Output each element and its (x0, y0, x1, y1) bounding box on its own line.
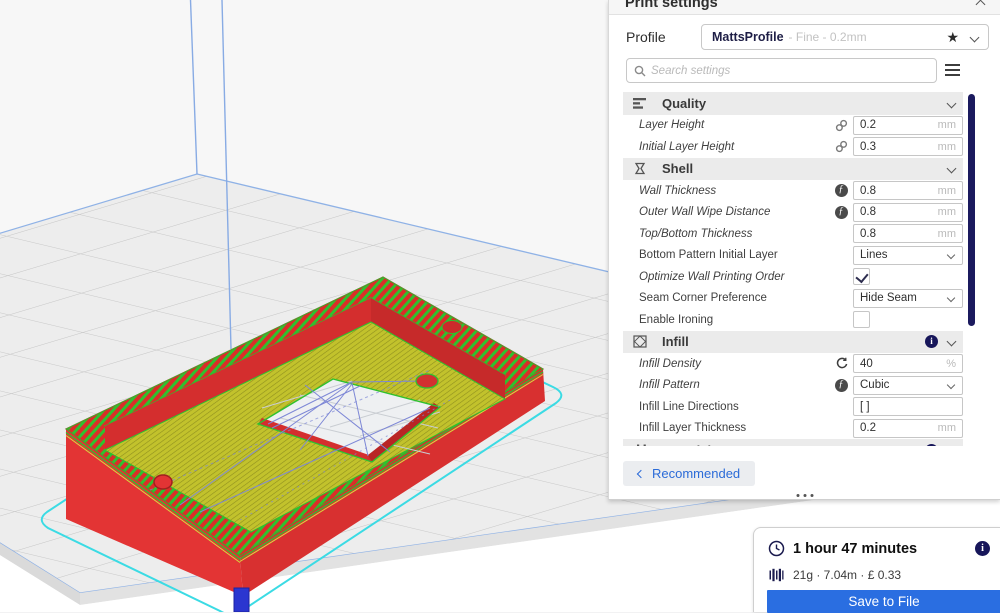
chevron-down-icon (947, 164, 957, 174)
setting-row[interactable]: Outer Wall Wipe Distance ƒ 0.8 mm (623, 202, 963, 224)
search-input[interactable] (651, 65, 929, 77)
rim-hole (442, 321, 462, 334)
setting-row[interactable]: Infill Line Directions [ ] (623, 396, 963, 418)
seam-corner-preference-select[interactable]: Hide Seam (853, 289, 963, 308)
top-bottom-thickness-input[interactable]: 0.8 mm (853, 224, 963, 243)
section-header-infill[interactable]: Infill i (623, 331, 963, 354)
chevron-down-icon (947, 98, 957, 108)
chevron-down-icon (947, 381, 955, 389)
save-to-file-button[interactable]: Save to File (767, 590, 1000, 613)
panel-title: Print settings (625, 0, 1000, 11)
link-icon (833, 140, 849, 154)
profile-label: Profile (626, 29, 666, 45)
info-icon[interactable]: i (925, 335, 938, 348)
optimize-wall-printing-order-checkbox[interactable] (853, 268, 870, 285)
profile-dropdown[interactable]: MattsProfile - Fine - 0.2mm ★ (701, 24, 989, 50)
info-icon[interactable]: i (925, 444, 938, 446)
section-header-quality[interactable]: Quality (623, 92, 963, 115)
chevron-down-icon (947, 337, 957, 347)
profile-suffix: - Fine - 0.2mm (789, 30, 947, 44)
bottom-pattern-initial-layer-select[interactable]: Lines (853, 246, 963, 265)
chevron-down-icon (947, 251, 955, 259)
setting-row[interactable]: Seam Corner Preference Hide Seam (623, 288, 963, 310)
outer-wall-wipe-distance-input[interactable]: 0.8 mm (853, 203, 963, 222)
infill-density-input[interactable]: 40 % (853, 354, 963, 373)
chevron-down-icon (970, 32, 980, 42)
quality-icon (633, 97, 648, 110)
spool-icon (769, 568, 784, 582)
section-header-material[interactable]: Material i (623, 439, 963, 446)
setting-row[interactable]: Infill Pattern ƒ Cubic (623, 375, 963, 397)
print-time-row: 1 hour 47 minutes (768, 540, 917, 557)
initial-layer-height-input[interactable]: 0.3 mm (853, 137, 963, 156)
info-icon[interactable]: i (975, 541, 990, 556)
print-time: 1 hour 47 minutes (793, 541, 917, 557)
settings-menu-icon[interactable] (945, 64, 960, 79)
recommended-mode-button[interactable]: Recommended (623, 461, 755, 486)
layer-height-input[interactable]: 0.2 mm (853, 116, 963, 135)
setting-row[interactable]: Initial Layer Height 0.3 mm (623, 136, 963, 158)
clock-icon (768, 540, 785, 557)
cura-window: Print settings Profile MattsProfile - Fi… (0, 0, 1000, 612)
settings-scrollbar[interactable] (968, 94, 975, 326)
function-icon: ƒ (833, 205, 849, 219)
panel-drag-handle[interactable] (794, 494, 815, 497)
reset-icon[interactable] (833, 357, 849, 371)
wall-thickness-input[interactable]: 0.8 mm (853, 181, 963, 200)
setting-row[interactable]: Wall Thickness ƒ 0.8 mm (623, 180, 963, 202)
setting-row[interactable]: Bottom Pattern Initial Layer Lines (623, 245, 963, 267)
shell-icon (633, 162, 648, 175)
material-usage-row: 21g · 7.04m · £ 0.33 (769, 568, 901, 582)
setting-row[interactable]: Infill Density 40 % (623, 353, 963, 375)
chevron-down-icon (947, 294, 955, 302)
chevron-down-icon (947, 445, 957, 446)
setting-row[interactable]: Layer Height 0.2 mm (623, 115, 963, 137)
function-icon: ƒ (833, 184, 849, 198)
search-icon (634, 65, 646, 77)
material-usage: 21g · 7.04m · £ 0.33 (793, 568, 901, 582)
material-icon (633, 444, 648, 446)
profile-name: MattsProfile (712, 30, 784, 44)
setting-row[interactable]: Infill Layer Thickness 0.2 mm (623, 418, 963, 440)
floor-hole (416, 374, 438, 388)
settings-list: Quality Layer Height 0.2 mm Initial Laye… (623, 92, 963, 446)
function-icon: ƒ (833, 378, 849, 392)
infill-layer-thickness-input[interactable]: 0.2 mm (853, 419, 963, 438)
setting-row[interactable]: Top/Bottom Thickness 0.8 mm (623, 223, 963, 245)
search-settings-box[interactable] (626, 58, 937, 83)
setting-row[interactable]: Enable Ironing (623, 309, 963, 331)
print-job-card: 1 hour 47 minutes i 21g · 7.04m · £ 0.33… (753, 527, 1000, 612)
enable-ironing-checkbox[interactable] (853, 311, 870, 328)
section-header-shell[interactable]: Shell (623, 158, 963, 181)
star-icon[interactable]: ★ (946, 29, 959, 46)
infill-line-directions-input[interactable]: [ ] (853, 397, 963, 416)
link-icon (833, 118, 849, 132)
print-settings-panel: Print settings Profile MattsProfile - Fi… (608, 0, 1000, 500)
setting-row[interactable]: Optimize Wall Printing Order (623, 266, 963, 288)
rim-plug (154, 475, 172, 489)
infill-icon (633, 335, 648, 348)
panel-header: Print settings (609, 0, 1000, 15)
infill-pattern-select[interactable]: Cubic (853, 376, 963, 395)
chevron-left-icon (637, 469, 645, 477)
origin-marker (234, 588, 249, 612)
